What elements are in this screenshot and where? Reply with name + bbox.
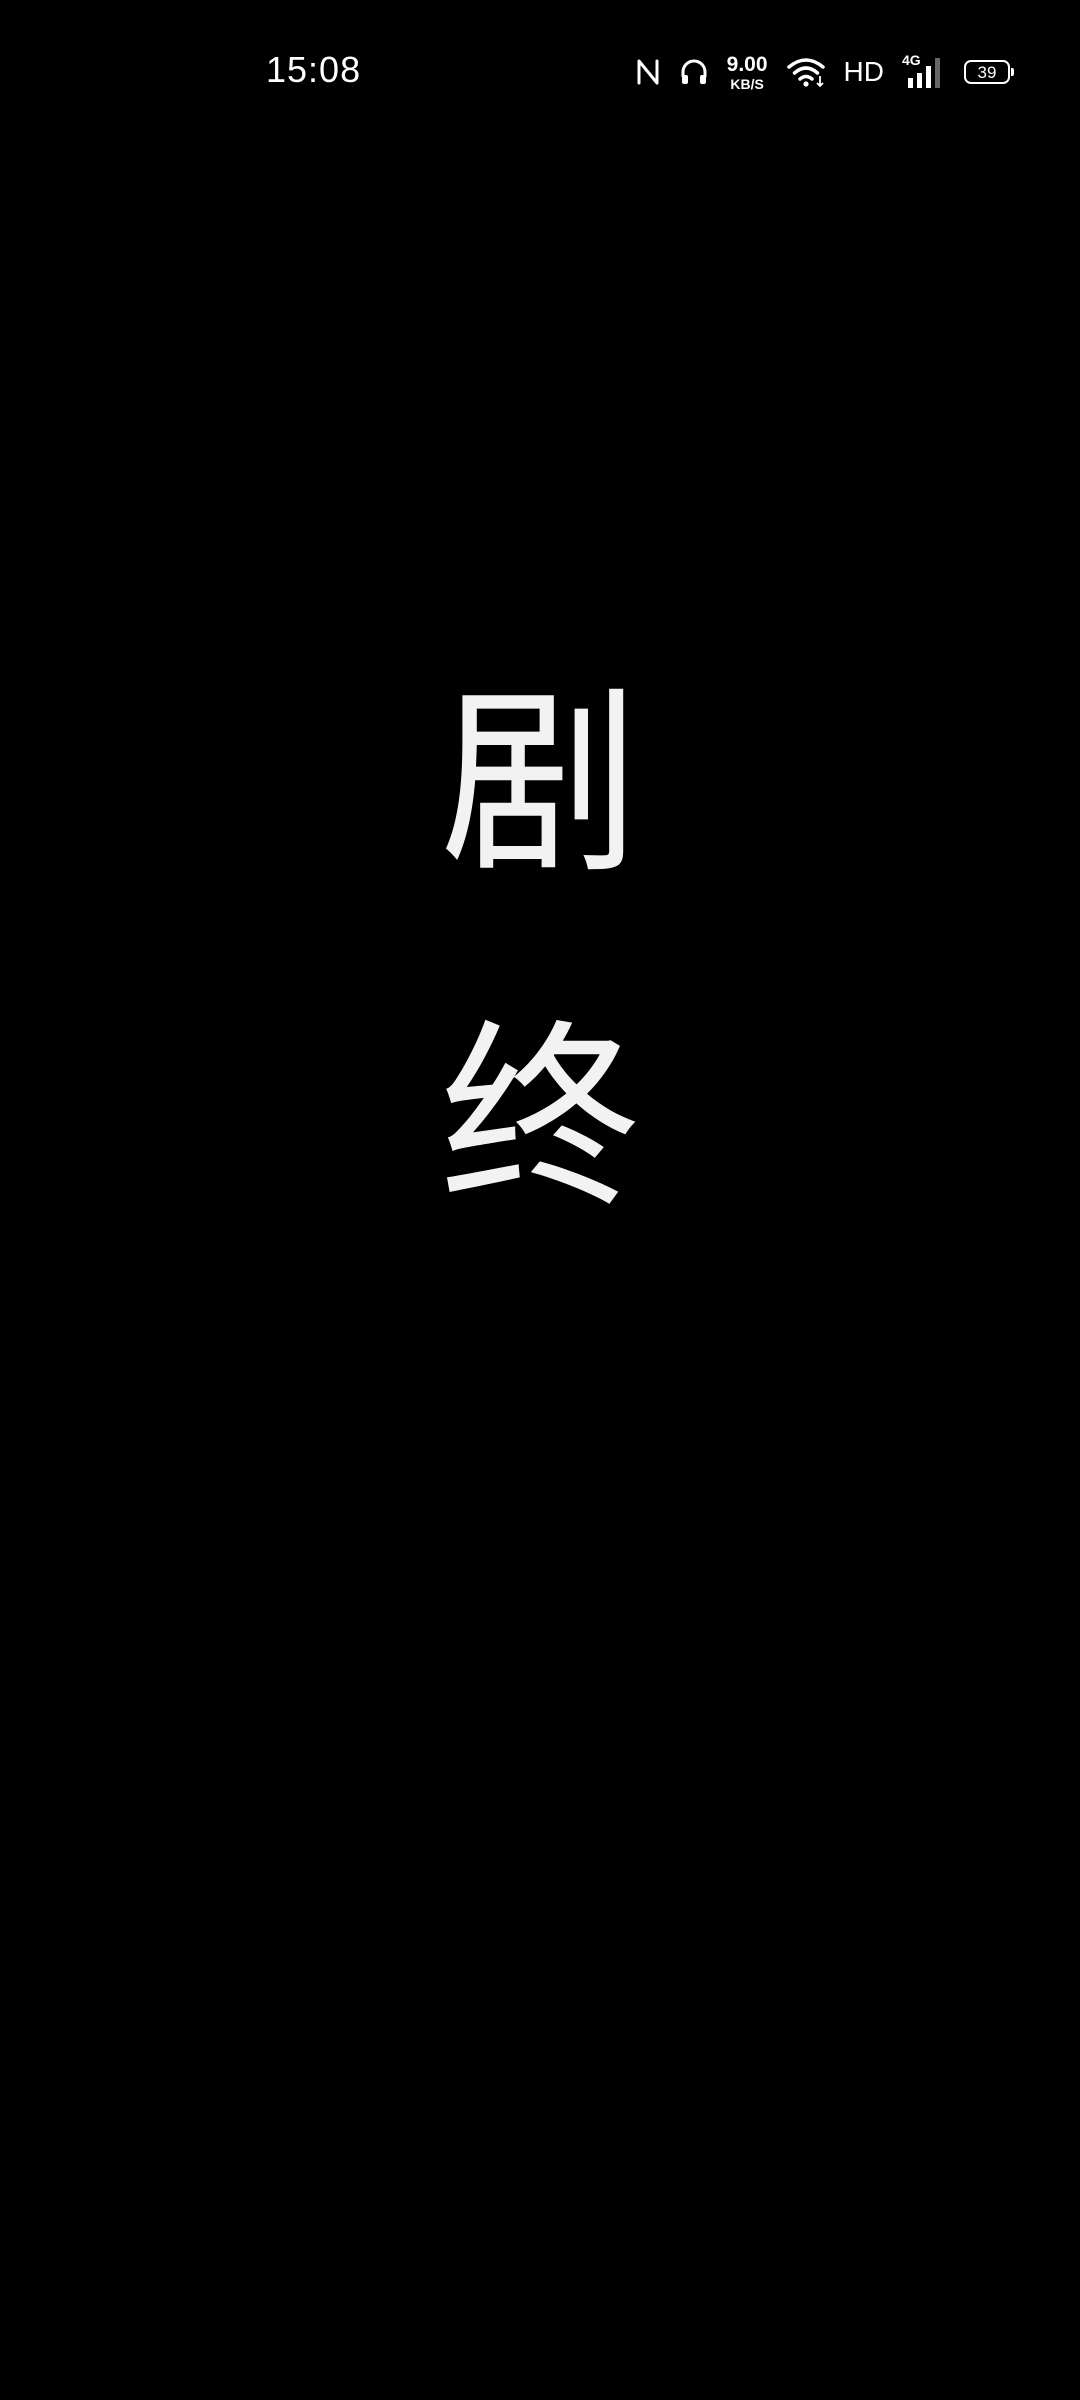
nfc-icon <box>635 57 661 87</box>
calligraphy-character-ju: 剧 <box>439 668 640 901</box>
hd-voice-label: HD <box>843 56 884 87</box>
status-bar: 15:08 9.00 KB/S HD 4G 39 <box>0 0 1080 140</box>
network-speed-unit: KB/S <box>730 75 764 92</box>
network-speed: 9.00 KB/S <box>727 54 768 91</box>
battery-level: 39 <box>977 62 997 82</box>
battery-icon: 39 <box>964 60 1014 84</box>
cellular-signal-icon: 4G <box>902 52 946 90</box>
headset-icon <box>679 57 709 87</box>
status-icons: 9.00 KB/S HD 4G 39 <box>635 50 1014 94</box>
calligraphy-character-zhong: 终 <box>439 1003 640 1236</box>
wifi-icon <box>786 56 826 88</box>
network-speed-value: 9.00 <box>726 52 768 76</box>
status-time: 15:08 <box>266 49 362 90</box>
